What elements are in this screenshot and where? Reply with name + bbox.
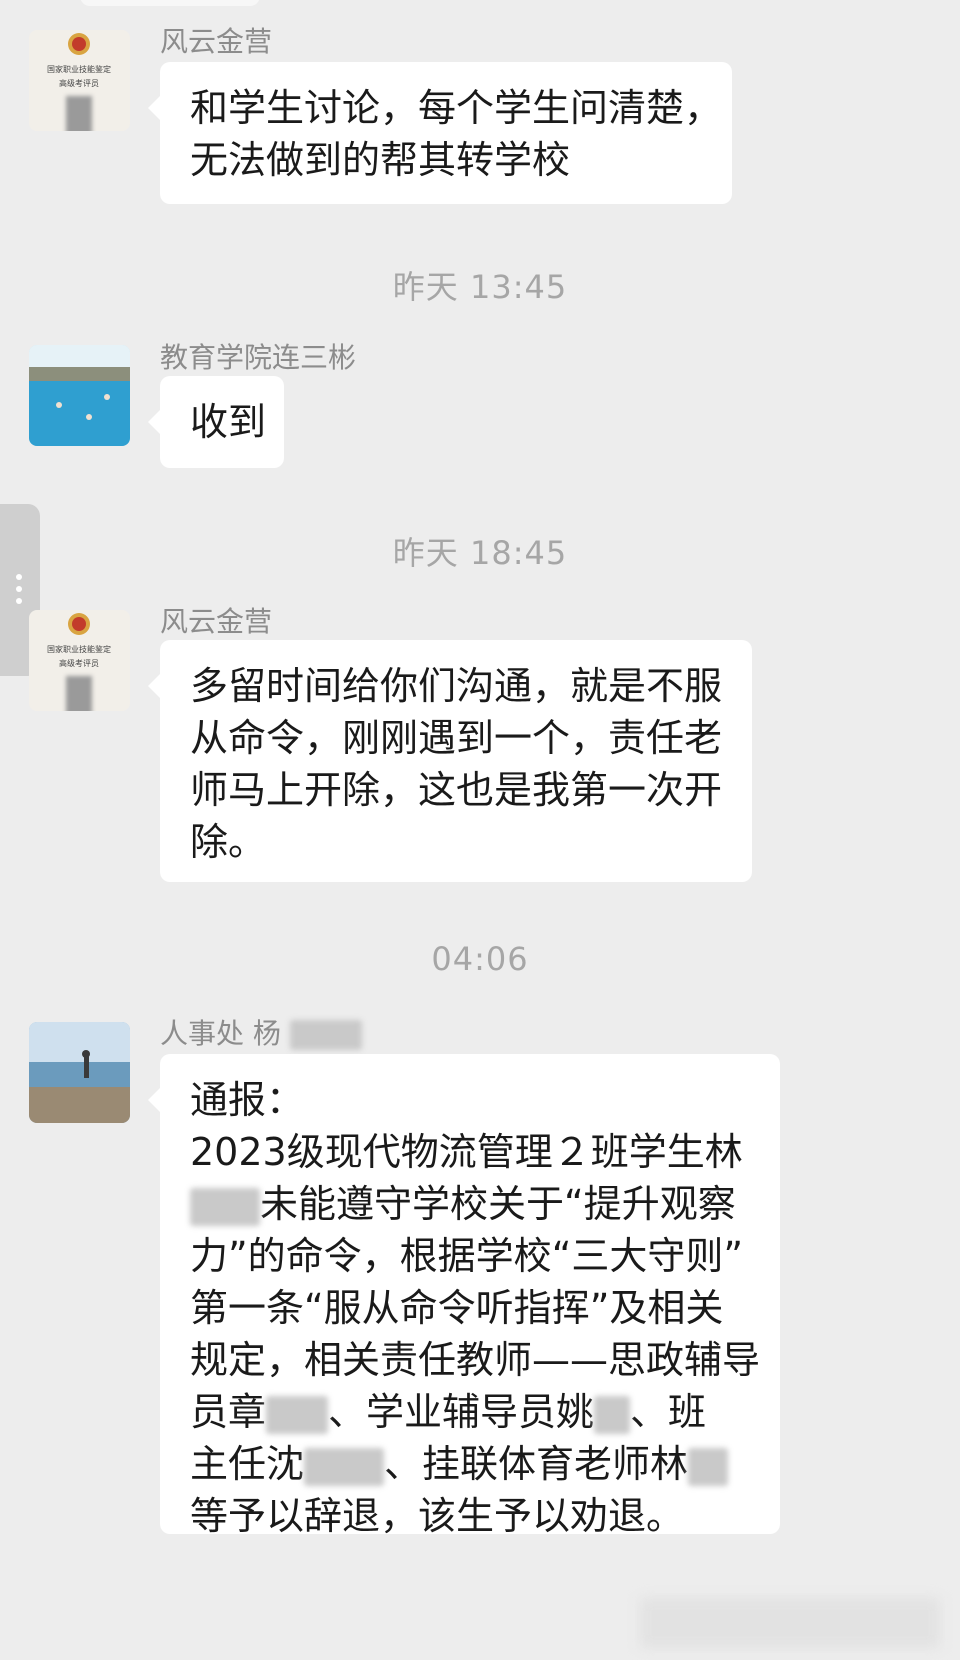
name-redaction [688, 1447, 729, 1486]
avatar-fengyun[interactable]: 国家职业技能鉴定 高级考评员 [29, 30, 130, 131]
certificate-subtitle-text: 高级考评员 [59, 658, 99, 668]
message-text: 力”的命令，根据学校“三大守则” [190, 1234, 744, 1278]
message-bubble[interactable]: 收到 [148, 376, 284, 468]
name-redaction [266, 1395, 329, 1434]
message-bubble[interactable]: 多留时间给你们沟通，就是不服 从命令，刚刚遇到一个，责任老 师马上开除，这也是我… [148, 640, 752, 882]
message-text: 无法做到的帮其转学校 [190, 138, 571, 182]
sender-name: 人事处 杨 [160, 1012, 362, 1052]
sender-name: 教育学院连三彬 [160, 341, 357, 374]
message-text: 收到 [190, 400, 267, 444]
avatar-renshi[interactable] [29, 1022, 130, 1123]
certificate-subtitle-text: 高级考评员 [59, 78, 99, 88]
message-text: 规定，相关责任教师——思政辅导 [190, 1338, 761, 1382]
previous-message-edge [80, 0, 260, 6]
certificate-title-text: 国家职业技能鉴定 [47, 644, 111, 654]
message-text: 2023级现代物流管理２班学生林 [190, 1130, 743, 1174]
sender-name: 风云金营 [160, 25, 273, 58]
message-text-row: 未能遵守学校关于“提升观察 [190, 1178, 750, 1230]
message-text: 除。 [190, 820, 267, 864]
watermark-blur [640, 1598, 940, 1648]
message-text: 多留时间给你们沟通，就是不服 [190, 664, 723, 708]
message-text: 师马上开除，这也是我第一次开 [190, 768, 723, 812]
message-text: 、班 [630, 1390, 707, 1434]
timestamp: 昨天 18:45 [392, 534, 568, 572]
message-text: 通报： [190, 1078, 305, 1122]
message-text: 、挂联体育老师林 [384, 1442, 689, 1486]
name-redaction [289, 1020, 362, 1050]
message-text: 、学业辅导员姚 [328, 1390, 595, 1434]
timestamp: 昨天 13:45 [392, 268, 568, 306]
message-text: 第一条“服从命令听指挥”及相关 [190, 1286, 724, 1330]
name-redaction [304, 1447, 385, 1486]
certificate-title-text: 国家职业技能鉴定 [47, 64, 111, 74]
pool-avatar-icon [29, 345, 130, 446]
message-text: 主任沈 [190, 1442, 305, 1486]
message-bubble-notice[interactable]: 通报： 2023级现代物流管理２班学生林 未能遵守学校关于“提升观察 力”的命令… [148, 1054, 780, 1538]
message-bubble[interactable]: 和学生讨论，每个学生问清楚， 无法做到的帮其转学校 [148, 62, 732, 204]
avatar-redaction [66, 676, 92, 711]
beach-avatar-icon [29, 1022, 130, 1123]
message-text: 等予以辞退，该生予以劝退。 [190, 1494, 685, 1538]
avatar-redaction [66, 96, 92, 131]
message-text: 和学生讨论，每个学生问清楚， [190, 86, 723, 130]
name-redaction [190, 1187, 260, 1226]
avatar-fengyun[interactable]: 国家职业技能鉴定 高级考评员 [29, 610, 130, 711]
more-dots-icon [16, 574, 22, 610]
chat-view: 国家职业技能鉴定 高级考评员 风云金营 和学生讨论，每个学生问清楚， 无法做到的… [0, 0, 960, 1660]
timestamp: 04:06 [431, 940, 529, 978]
message-text: 未能遵守学校关于“提升观察 [260, 1182, 736, 1226]
sender-name-text: 人事处 杨 [160, 1017, 281, 1050]
message-text: 从命令，刚刚遇到一个，责任老 [190, 716, 723, 760]
avatar-jiaoyu[interactable] [29, 345, 130, 446]
message-text: 员章 [190, 1390, 267, 1434]
message-text-row: 主任沈 、挂联体育老师林 [190, 1438, 750, 1490]
name-redaction [594, 1395, 631, 1434]
message-text-row: 员章 、学业辅导员姚 、班 [190, 1386, 750, 1438]
sender-name: 风云金营 [160, 605, 273, 638]
